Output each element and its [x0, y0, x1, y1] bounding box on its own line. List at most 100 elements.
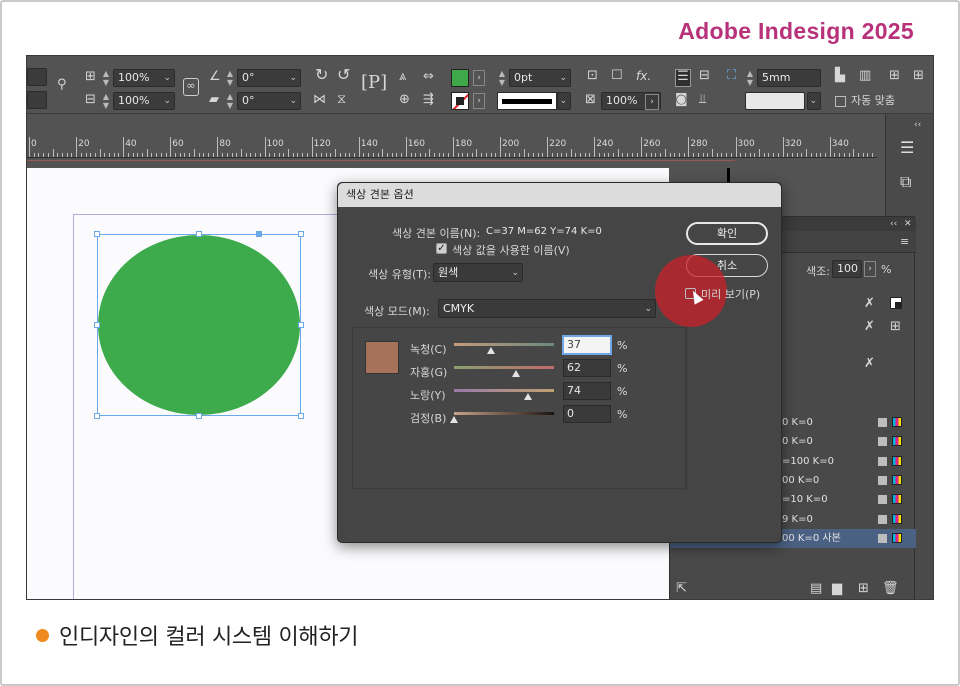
preview-label: 미리 보기(P) — [701, 288, 761, 301]
align-left-edges-icon[interactable]: ▙ — [835, 69, 845, 83]
distribute-icon[interactable]: ⊞ — [889, 69, 900, 83]
channel-slider-thumb[interactable] — [487, 347, 495, 354]
channel-slider-thumb[interactable] — [524, 393, 532, 400]
channel-slider-track[interactable] — [454, 412, 554, 415]
tint-arrow-icon[interactable]: › — [864, 261, 876, 277]
new-swatch-icon[interactable]: ⊞ — [858, 582, 869, 596]
hamburger-menu-icon[interactable]: ☰ — [900, 138, 914, 157]
flip-horizontal-icon[interactable]: ⋈ — [313, 93, 326, 107]
fill-swatch[interactable] — [451, 69, 469, 87]
channel-value-field[interactable]: 74 — [563, 382, 611, 400]
frame-edge-handle[interactable] — [256, 231, 262, 237]
stroke-weight-field[interactable]: 0pt ⌄ — [509, 69, 571, 87]
selection-bounding-box[interactable] — [97, 234, 301, 416]
ruler-tick-label: 240 — [596, 139, 614, 149]
stroke-swatch[interactable] — [451, 92, 469, 110]
cmyk-mode-icon — [892, 474, 902, 485]
select-previous-icon[interactable]: ⇔ — [423, 70, 434, 84]
auto-fit-icon[interactable]: ◙ — [675, 93, 688, 107]
distribute-right-icon[interactable]: ⊞ — [913, 69, 924, 83]
tint-field[interactable]: 100 — [832, 260, 862, 278]
ruler-tick — [815, 153, 817, 157]
frame-fitting-icon[interactable]: ⊡ — [587, 69, 598, 83]
caption-row: 인디자인의 컬러 시스템 이해하기 — [36, 619, 359, 651]
fill-menu-arrow-icon[interactable]: › — [473, 70, 485, 86]
stroke-type-dropdown[interactable]: ⌄ — [557, 92, 571, 110]
align-horizontal-centers-icon[interactable]: ▥ — [859, 69, 871, 83]
caption: 인디자인의 컬러 시스템 이해하기 — [59, 625, 359, 650]
channel-slider-track[interactable] — [454, 343, 554, 346]
swap-icon[interactable]: ✗ — [864, 320, 875, 334]
shear-field[interactable]: 0° ⌄ — [237, 92, 301, 110]
object-style-dropdown[interactable]: ⌄ — [807, 92, 821, 110]
x-field[interactable] — [27, 68, 47, 86]
channel-slider-thumb[interactable] — [450, 416, 458, 423]
shear-spinner[interactable]: ▲ ▼ — [225, 92, 235, 110]
channel-value-field[interactable]: 62 — [563, 359, 611, 377]
ruler-tick — [509, 153, 511, 157]
swap-icon[interactable]: ✗ — [864, 357, 875, 371]
panel-menu-icon[interactable]: ≡ — [900, 235, 909, 249]
rotate-field[interactable]: 0° ⌄ — [237, 69, 301, 87]
selection-handle[interactable] — [196, 413, 202, 419]
channel-slider-track[interactable] — [454, 366, 554, 369]
channel-slider-track[interactable] — [454, 389, 554, 392]
stroke-menu-arrow-icon[interactable]: › — [473, 93, 485, 109]
flip-vertical-icon[interactable]: ⧖ — [337, 93, 346, 107]
channel-slider-thumb[interactable] — [512, 370, 520, 377]
auto-fit-checkbox[interactable] — [835, 96, 846, 107]
ok-button[interactable]: 확인 — [686, 222, 768, 245]
ruler-tick — [57, 153, 59, 157]
stroke-weight-spinner[interactable]: ▲ ▼ — [497, 69, 507, 87]
color-type-select[interactable]: 원색 ⌄ — [433, 263, 523, 282]
align-center-icon[interactable]: ⫫ — [699, 93, 706, 107]
text-wrap-icon[interactable]: ☰ — [675, 69, 691, 87]
rotate-spinner[interactable]: ▲ ▼ — [225, 69, 235, 87]
rotate-ccw-icon[interactable]: ↺ — [337, 67, 350, 83]
select-next-icon[interactable]: ⇶ — [423, 93, 434, 107]
scale-x-field[interactable]: 100% ⌄ — [113, 69, 175, 87]
scale-y-spinner[interactable]: ▲ ▼ — [101, 92, 111, 110]
channel-value-field[interactable]: 0 — [563, 405, 611, 423]
rotate-cw-icon[interactable]: ↻ — [315, 67, 328, 83]
stroke-type-preview[interactable] — [497, 92, 557, 110]
selection-handle[interactable] — [196, 231, 202, 237]
select-content-icon[interactable]: ⊕ — [399, 93, 410, 107]
horizontal-ruler[interactable]: 0 20 40 60 80 100 120 140 160 180 200 220 240 260 280 3… — [27, 136, 877, 158]
gap-tool-icon[interactable]: ⛶ — [727, 69, 736, 83]
drop-shadow-icon[interactable]: ☐ — [611, 69, 623, 83]
object-style-field[interactable] — [745, 92, 805, 110]
gap-field[interactable]: 5mm — [757, 69, 821, 87]
export-frame-icon[interactable]: ⧉ — [900, 172, 911, 192]
selection-handle[interactable] — [94, 231, 100, 237]
select-container-icon[interactable]: ⩓ — [399, 70, 406, 84]
show-all-swatches-icon[interactable]: ⇱ — [676, 582, 687, 596]
ruler-tick — [165, 153, 167, 157]
ruler-tick — [175, 153, 176, 157]
opacity-arrow-icon[interactable]: › — [645, 94, 659, 110]
gap-spinner[interactable]: ▲ ▼ — [745, 69, 755, 87]
color-mode-select[interactable]: CMYK ⌄ — [438, 299, 656, 318]
wrap-around-shape-icon[interactable]: ⊟ — [699, 69, 710, 83]
scale-y-field[interactable]: 100% ⌄ — [113, 92, 175, 110]
new-color-group-icon[interactable]: ▆ — [832, 582, 842, 596]
selection-handle[interactable] — [94, 413, 100, 419]
selection-handle[interactable] — [298, 413, 304, 419]
constrain-link-icon[interactable]: ⚲ — [57, 78, 67, 92]
collapse-icon[interactable]: ‹‹ — [890, 217, 897, 231]
name-with-value-checkbox[interactable]: ✓ — [436, 243, 447, 254]
paragraph-p-icon[interactable]: [P] — [361, 74, 387, 92]
swatch-view-icon[interactable]: ▤ — [810, 582, 822, 596]
y-field[interactable] — [27, 91, 47, 109]
effects-fx-icon[interactable]: fx. — [636, 69, 651, 83]
selection-handle[interactable] — [298, 231, 304, 237]
proportion-lock-icon[interactable]: ∞ — [183, 78, 199, 96]
channel-value-field[interactable]: 37 — [563, 336, 611, 354]
selection-handle[interactable] — [94, 322, 100, 328]
collapse-dock-icon[interactable]: ‹‹ — [914, 118, 921, 132]
trash-icon[interactable]: 🗑 — [882, 582, 899, 596]
swap-icon[interactable]: ✗ — [864, 297, 875, 311]
selection-handle[interactable] — [298, 322, 304, 328]
scale-x-spinner[interactable]: ▲ ▼ — [101, 69, 111, 87]
close-icon[interactable]: ✕ — [904, 217, 912, 231]
